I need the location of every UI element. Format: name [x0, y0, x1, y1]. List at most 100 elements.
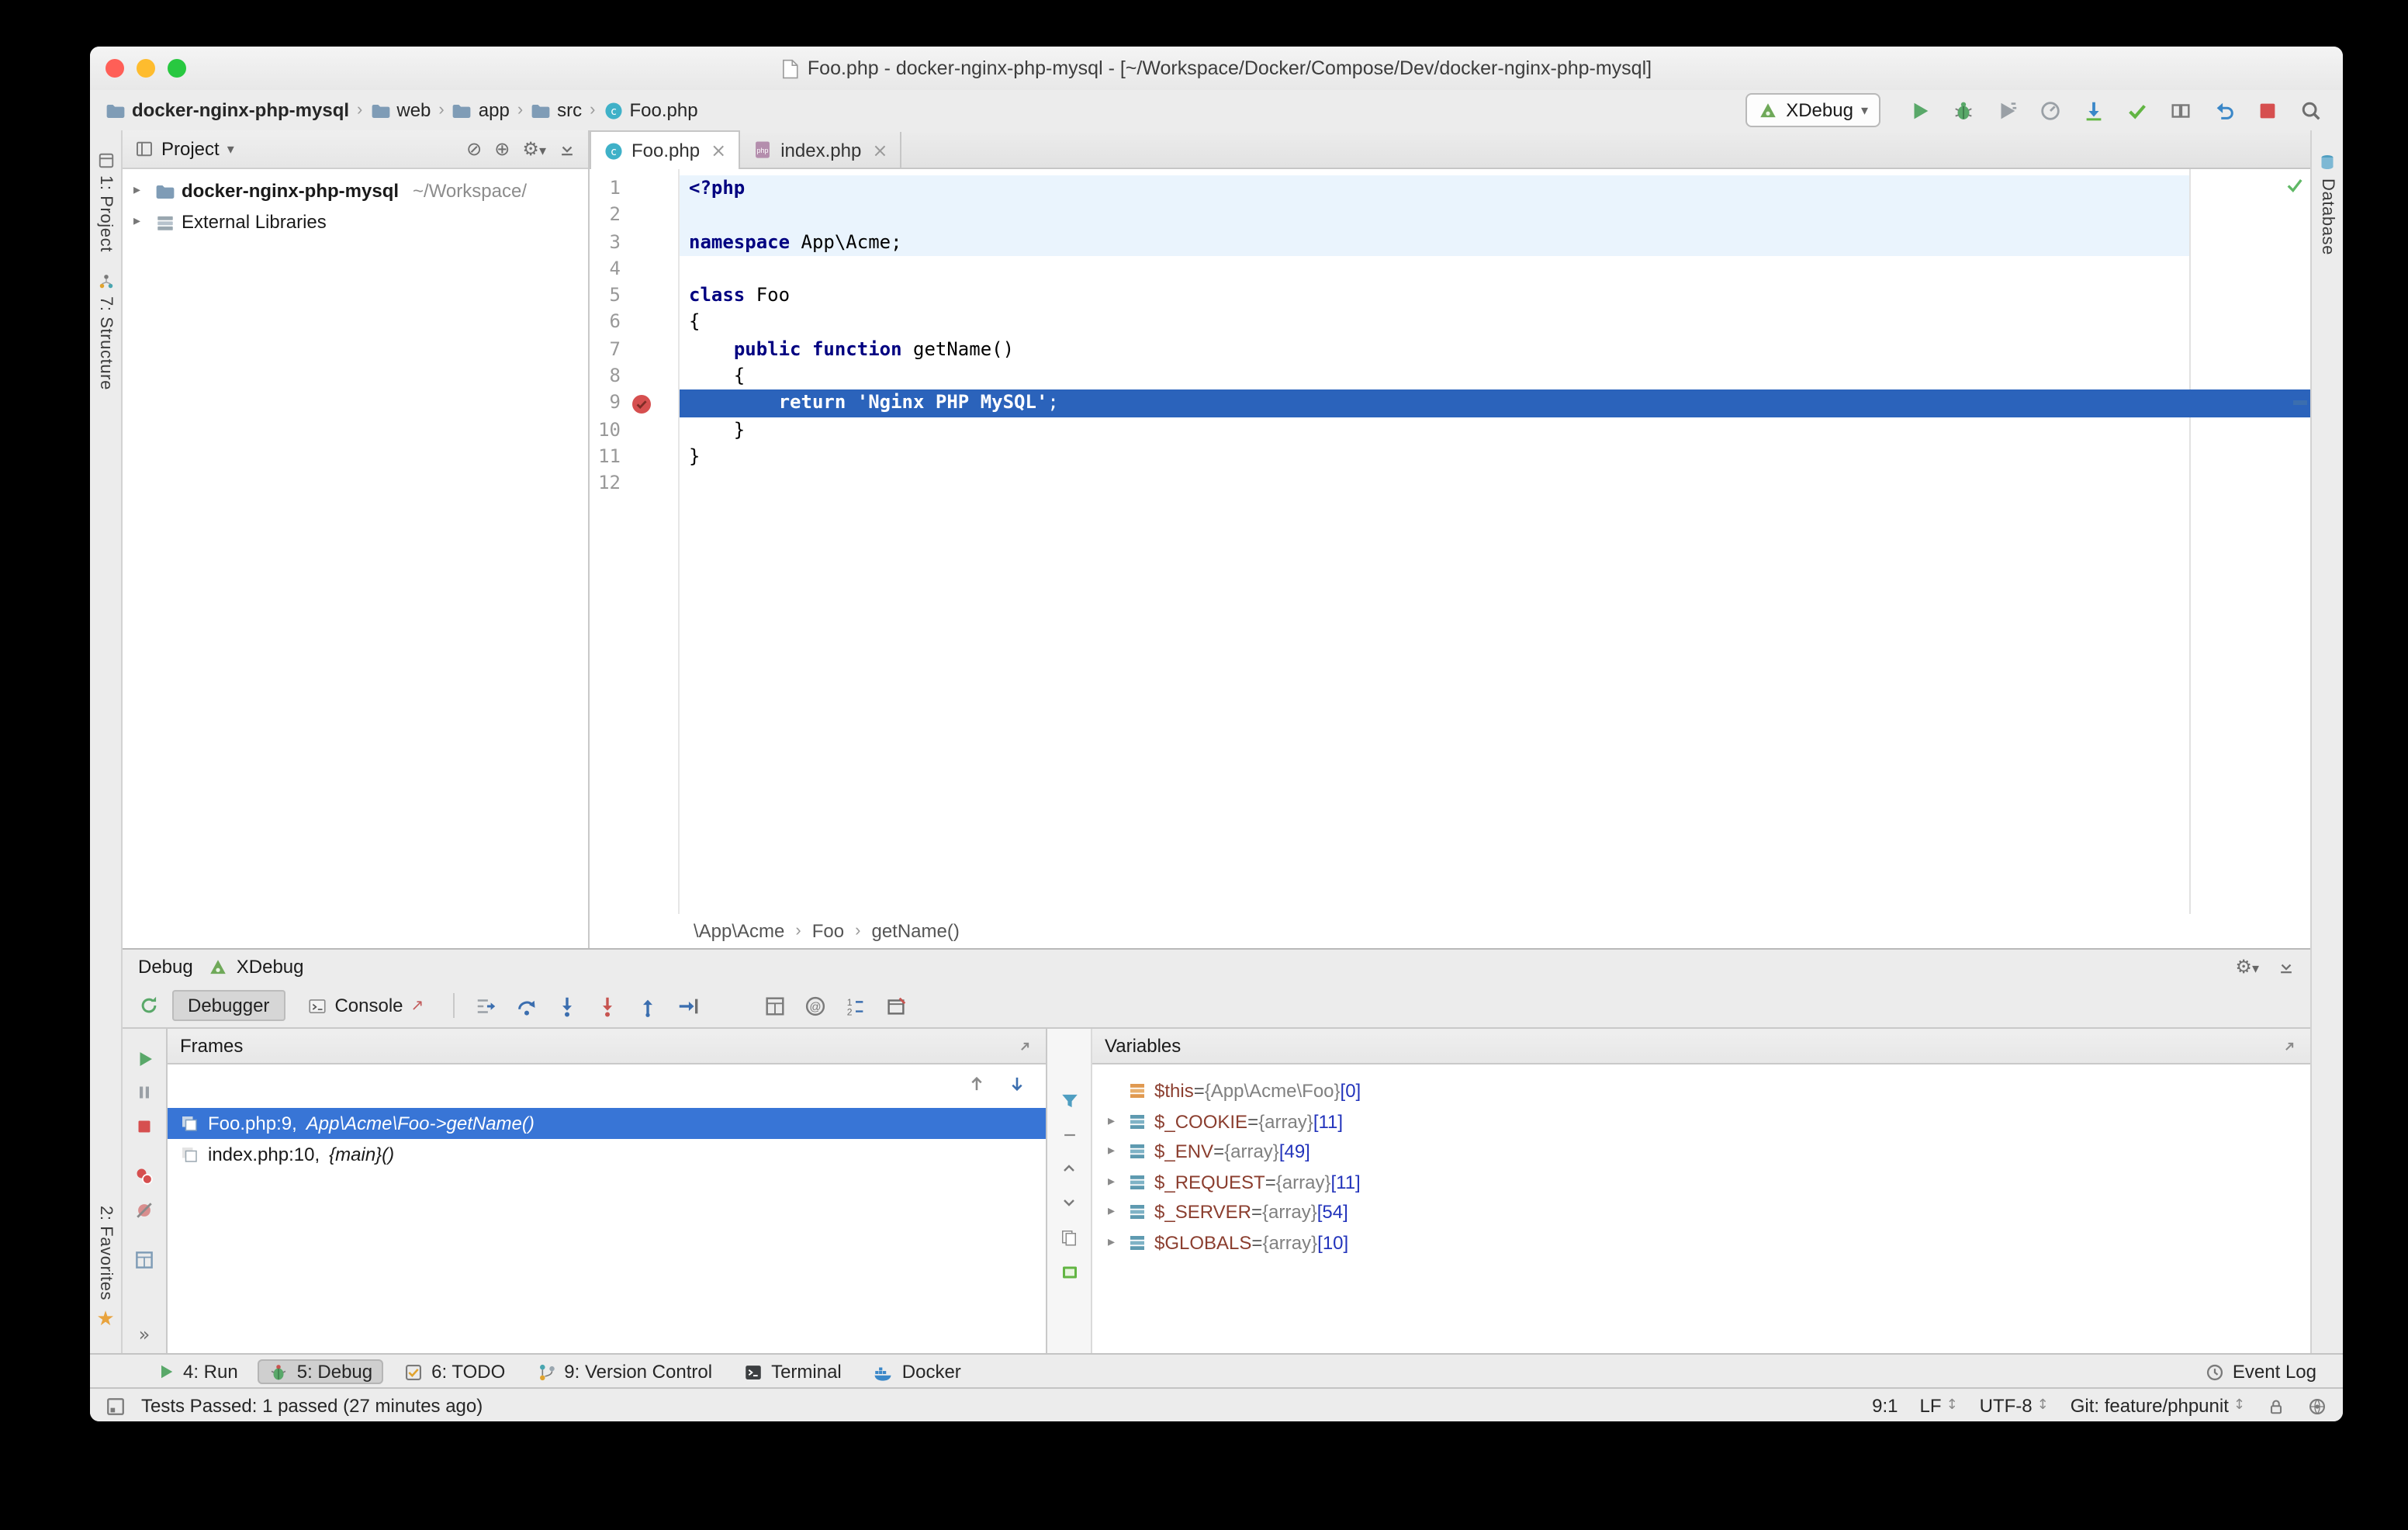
rollback-button[interactable]: [2206, 93, 2240, 127]
more-options-button[interactable]: »: [139, 1325, 150, 1344]
tree-row-project-root[interactable]: ▸ docker-nginx-php-mysql ~/Workspace/: [123, 175, 588, 206]
variable-row[interactable]: ▸$GLOBALS = {array} [10]: [1092, 1227, 2310, 1258]
collapse-all-icon[interactable]: ⊘: [466, 140, 482, 158]
gear-icon[interactable]: ⚙▾: [522, 138, 546, 160]
sidebar-item-project[interactable]: 1: Project: [96, 152, 115, 252]
chevron-up-icon[interactable]: [1060, 1160, 1078, 1179]
toolwindow-button-6-todo[interactable]: 6: TODO: [393, 1359, 516, 1384]
sidebar-item-favorites[interactable]: 2: Favorites ★: [96, 1206, 115, 1344]
code-line[interactable]: class Foo: [680, 282, 2310, 310]
frame-row[interactable]: index.php:10, {main}(): [168, 1140, 1046, 1171]
gear-icon[interactable]: ⚙▾: [2235, 957, 2259, 978]
show-execution-point-button[interactable]: [469, 991, 503, 1022]
expand-arrow-icon[interactable]: ▸: [1108, 1234, 1128, 1250]
compare-button[interactable]: [2163, 93, 2197, 127]
editor-gutter[interactable]: 123456789101112: [590, 169, 680, 915]
code-line[interactable]: }: [680, 417, 2310, 444]
hide-panel-icon[interactable]: [2278, 959, 2295, 976]
toolwindow-switcher-icon[interactable]: [106, 1396, 126, 1416]
frame-row-current[interactable]: Foo.php:9, App\Acme\Foo->getName(): [168, 1109, 1046, 1140]
breadcrumb-item[interactable]: getName(): [871, 921, 959, 943]
chevron-down-icon[interactable]: ▾: [227, 140, 234, 158]
error-stripe-mark[interactable]: [2293, 400, 2307, 405]
toolwindow-button-4-run[interactable]: 4: Run: [146, 1359, 249, 1384]
breadcrumb-item[interactable]: app: [452, 99, 510, 121]
search-everywhere-button[interactable]: [2293, 93, 2327, 127]
expand-arrow-icon[interactable]: ▸: [1108, 1204, 1128, 1220]
gutter-line-number[interactable]: 10: [590, 417, 678, 444]
caret-position[interactable]: 9:1: [1872, 1395, 1898, 1417]
expand-arrow-icon[interactable]: ▸: [1108, 1113, 1128, 1129]
variable-row[interactable]: ▸$_REQUEST = {array} [11]: [1092, 1167, 2310, 1197]
gutter-line-number[interactable]: 5: [590, 282, 678, 310]
tab-debugger[interactable]: Debugger: [172, 991, 285, 1022]
rerun-button[interactable]: [132, 991, 166, 1022]
gutter-line-number[interactable]: 2: [590, 202, 678, 230]
evaluate-expression-button[interactable]: @: [797, 991, 832, 1022]
run-to-cursor-button[interactable]: [670, 991, 704, 1022]
resume-button[interactable]: [127, 1042, 161, 1076]
mute-renderers-button[interactable]: [878, 991, 912, 1022]
code-line[interactable]: namespace App\Acme;: [680, 229, 2310, 256]
expand-arrow-icon[interactable]: ▸: [1108, 1174, 1128, 1189]
sidebar-item-database[interactable]: Database: [2318, 152, 2337, 255]
mute-breakpoints-button[interactable]: [127, 1194, 161, 1228]
expand-arrow-icon[interactable]: ▸: [133, 183, 149, 199]
toolwindow-button-docker[interactable]: Docker: [862, 1359, 972, 1384]
code-line[interactable]: [680, 471, 2310, 498]
run-configuration-select[interactable]: XDebug ▾: [1745, 93, 1880, 127]
float-pane-icon[interactable]: [2281, 1038, 2298, 1055]
breadcrumb-item[interactable]: src: [531, 99, 582, 121]
code-line[interactable]: {: [680, 363, 2310, 390]
breakpoint-icon[interactable]: [631, 394, 652, 414]
commit-button[interactable]: [2119, 93, 2154, 127]
gutter-line-number[interactable]: 6: [590, 310, 678, 337]
breadcrumb-item[interactable]: cFoo.php: [604, 99, 698, 121]
variable-row[interactable]: ▸$_ENV = {array} [49]: [1092, 1137, 2310, 1167]
run-with-coverage-button[interactable]: [1989, 93, 2023, 127]
gutter-line-number[interactable]: 11: [590, 444, 678, 471]
gutter-line-number[interactable]: 7: [590, 337, 678, 364]
gutter-line-number[interactable]: 12: [590, 471, 678, 498]
stop-button[interactable]: [2250, 93, 2284, 127]
tab-index-php[interactable]: php index.php ×: [740, 132, 901, 168]
code-area[interactable]: <?phpnamespace App\Acme;class Foo{ publi…: [680, 169, 2310, 915]
update-project-button[interactable]: [2076, 93, 2110, 127]
step-out-button[interactable]: [630, 991, 664, 1022]
toolwindow-button-5-debug[interactable]: 5: Debug: [258, 1359, 383, 1384]
lock-icon[interactable]: [2267, 1396, 2285, 1416]
breadcrumb-item[interactable]: \App\Acme: [694, 921, 784, 943]
float-pane-icon[interactable]: [1016, 1038, 1033, 1055]
code-line[interactable]: <?php: [680, 175, 2310, 202]
toolwindow-button-event-log[interactable]: Event Log: [2194, 1359, 2327, 1384]
filter-icon[interactable]: [1059, 1092, 1079, 1112]
view-breakpoints-button[interactable]: [127, 1160, 161, 1194]
force-step-into-button[interactable]: [590, 991, 624, 1022]
profiler-button[interactable]: [2033, 93, 2067, 127]
code-line[interactable]: return 'Nginx PHP MySQL';: [680, 390, 2310, 417]
code-line[interactable]: [680, 202, 2310, 230]
code-line[interactable]: [680, 256, 2310, 283]
tree-row-external-libraries[interactable]: ▸ External Libraries: [123, 206, 588, 237]
expand-arrow-icon[interactable]: ▸: [133, 214, 149, 230]
toolwindow-button-terminal[interactable]: Terminal: [732, 1359, 853, 1384]
encoding-widget[interactable]: UTF-8↕: [1980, 1395, 2049, 1417]
next-frame-icon[interactable]: [1007, 1075, 1027, 1095]
code-line[interactable]: }: [680, 444, 2310, 471]
zoom-button[interactable]: [168, 59, 186, 78]
hide-panel-icon[interactable]: [559, 140, 576, 158]
expand-arrow-icon[interactable]: ▸: [1108, 1144, 1128, 1159]
variable-row[interactable]: ▸$_SERVER = {array} [54]: [1092, 1197, 2310, 1227]
inline-values-button[interactable]: 12: [838, 991, 872, 1022]
step-into-button[interactable]: [549, 991, 583, 1022]
scroll-to-source-icon[interactable]: ⊕: [494, 140, 510, 158]
run-button[interactable]: [1902, 93, 1936, 127]
chevron-down-icon[interactable]: [1060, 1194, 1078, 1213]
minimize-button[interactable]: [137, 59, 155, 78]
collapse-icon[interactable]: [1060, 1127, 1078, 1144]
gutter-line-number[interactable]: 8: [590, 363, 678, 390]
gutter-line-number[interactable]: 4: [590, 256, 678, 283]
view-threads-button[interactable]: [757, 991, 791, 1022]
breadcrumb-item[interactable]: Foo: [812, 921, 844, 943]
toolwindow-button-9-version-control[interactable]: 9: Version Control: [525, 1359, 723, 1384]
